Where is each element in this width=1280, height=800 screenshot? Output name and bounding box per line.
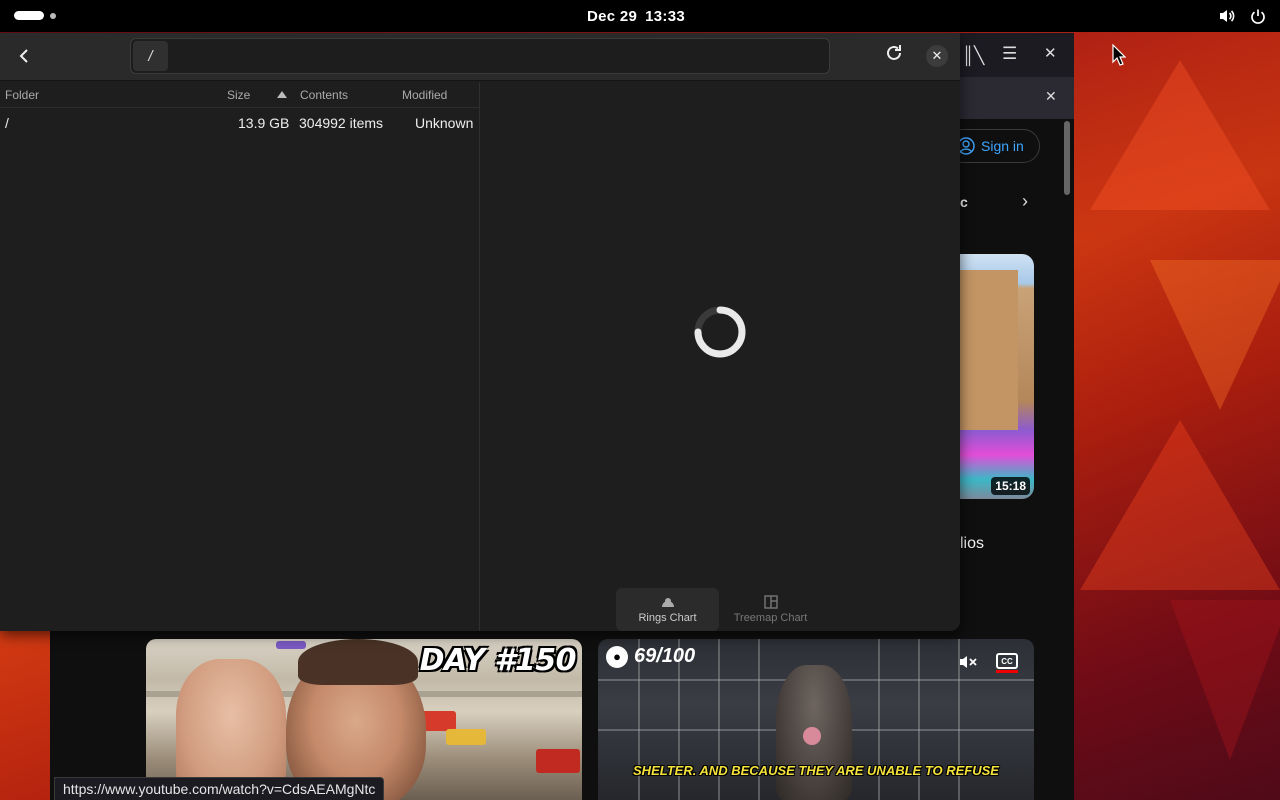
row-modified: Unknown — [415, 115, 474, 131]
chart-type-switcher: Rings Chart Treemap Chart — [616, 588, 822, 631]
scrollbar[interactable] — [1064, 121, 1070, 195]
rings-chart-icon — [661, 598, 674, 607]
folder-tree: Folder Size Contents Modified / 13.9 GB … — [0, 82, 480, 631]
column-header-contents[interactable]: Contents — [300, 88, 348, 102]
sign-in-button[interactable]: Sign in — [946, 129, 1040, 163]
sign-in-label: Sign in — [981, 138, 1024, 154]
thumbnail-snack — [276, 641, 306, 649]
thumbnail-snack — [446, 729, 486, 745]
thumbnail-snack — [536, 749, 580, 773]
score-text: 69/100 — [634, 645, 696, 667]
link-status-url: https://www.youtube.com/watch?v=CdsAEAMg… — [54, 777, 385, 800]
row-folder: / — [5, 115, 9, 131]
section-heading: lios — [960, 535, 985, 552]
path-bar[interactable]: / — [130, 38, 830, 74]
header-bar: / ✕ — [0, 33, 960, 81]
menu-icon[interactable]: ☰ — [1002, 45, 1017, 62]
video-thumbnail-day150[interactable]: DAY #150 — [146, 639, 582, 800]
system-tray[interactable] — [1218, 7, 1266, 25]
treemap-chart-label: Treemap Chart — [733, 612, 808, 624]
chart-area: Rings Chart Treemap Chart — [480, 82, 960, 631]
mouse-cursor-icon — [1112, 44, 1126, 66]
notification-close-icon[interactable]: ✕ — [1045, 89, 1057, 103]
column-header-size[interactable]: Size — [227, 88, 250, 102]
video-caption: SHELTER. AND BECAUSE THEY ARE UNABLE TO … — [633, 763, 999, 778]
clock-date: Dec 29 — [586, 7, 638, 25]
column-header-folder[interactable]: Folder — [5, 88, 39, 102]
clock[interactable]: Dec 29 13:33 — [587, 8, 693, 25]
sort-ascending-icon — [277, 91, 287, 98]
column-header-modified[interactable]: Modified — [402, 88, 447, 102]
treemap-chart-icon — [763, 595, 778, 609]
video-player-preview[interactable]: ● 69/100 CC SHELTER. AND BECAUSE THEY AR… — [598, 639, 1034, 800]
path-segment-root[interactable]: / — [133, 41, 168, 71]
power-icon[interactable] — [1250, 8, 1266, 24]
duration-badge: 15:18 — [991, 477, 1030, 495]
thumbnail-title-overlay: DAY #150 — [419, 643, 577, 678]
workspace-indicator-active — [14, 11, 44, 20]
table-row[interactable]: / 13.9 GB 304992 items Unknown — [0, 112, 480, 134]
library-icon[interactable]: ║╲ — [962, 47, 984, 64]
rings-chart-label: Rings Chart — [638, 612, 697, 624]
chevron-right-icon[interactable]: › — [1022, 191, 1028, 212]
browser-close-icon[interactable]: ✕ — [1044, 46, 1057, 61]
row-contents: 304992 items — [299, 115, 384, 131]
row-size: 13.9 GB — [238, 115, 290, 131]
back-button[interactable] — [10, 41, 38, 71]
clock-time: 13:33 — [645, 7, 686, 25]
thumbnail-image — [952, 270, 1018, 430]
activities-button[interactable] — [14, 11, 56, 20]
treemap-chart-button[interactable]: Treemap Chart — [719, 588, 822, 631]
window-close-button[interactable]: ✕ — [926, 45, 948, 67]
reload-icon[interactable] — [884, 43, 904, 68]
mute-icon[interactable] — [958, 653, 978, 676]
captions-button[interactable]: CC — [996, 653, 1018, 673]
filter-chip[interactable]: c — [960, 194, 968, 210]
paw-icon: ● — [606, 645, 628, 668]
chevron-left-icon — [19, 49, 28, 63]
workspace-indicator — [50, 12, 56, 19]
rings-chart-button[interactable]: Rings Chart — [616, 588, 719, 631]
loading-spinner-icon — [694, 306, 746, 358]
volume-icon[interactable] — [1218, 7, 1236, 25]
column-headers: Folder Size Contents Modified — [0, 82, 480, 108]
score-overlay: ● 69/100 — [606, 645, 695, 668]
thumbnail-dog-tongue — [803, 727, 821, 745]
thumbnail-hair — [298, 639, 418, 685]
top-bar: Dec 29 13:33 — [0, 0, 1280, 32]
disk-usage-analyzer-window: / ✕ Folder Size Contents Modified / 13.9… — [0, 33, 960, 631]
